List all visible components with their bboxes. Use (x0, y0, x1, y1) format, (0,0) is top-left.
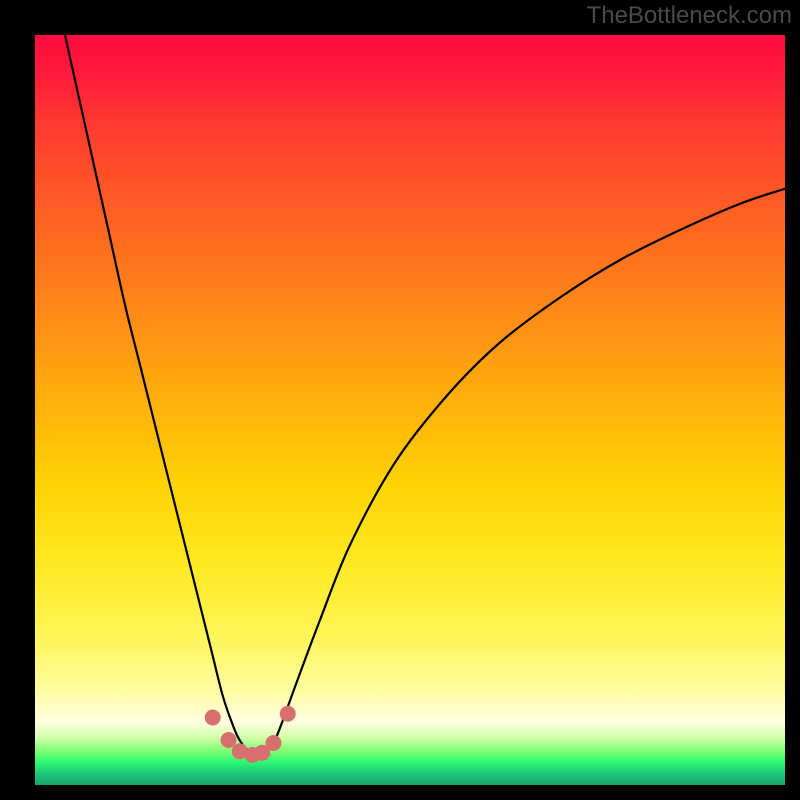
watermark-label: TheBottleneck.com (587, 2, 792, 30)
curve-markers (205, 706, 296, 763)
bottleneck-curve (65, 35, 785, 755)
curve-marker (254, 745, 270, 761)
curve-marker (232, 743, 248, 759)
curve-marker (280, 706, 296, 722)
curve-marker (266, 735, 282, 751)
curve-marker (205, 710, 221, 726)
curve-marker (221, 732, 237, 748)
chart-frame: TheBottleneck.com (0, 0, 800, 800)
plot-area (35, 35, 785, 785)
curve-marker (245, 747, 261, 763)
bottleneck-curve-svg (35, 35, 785, 785)
